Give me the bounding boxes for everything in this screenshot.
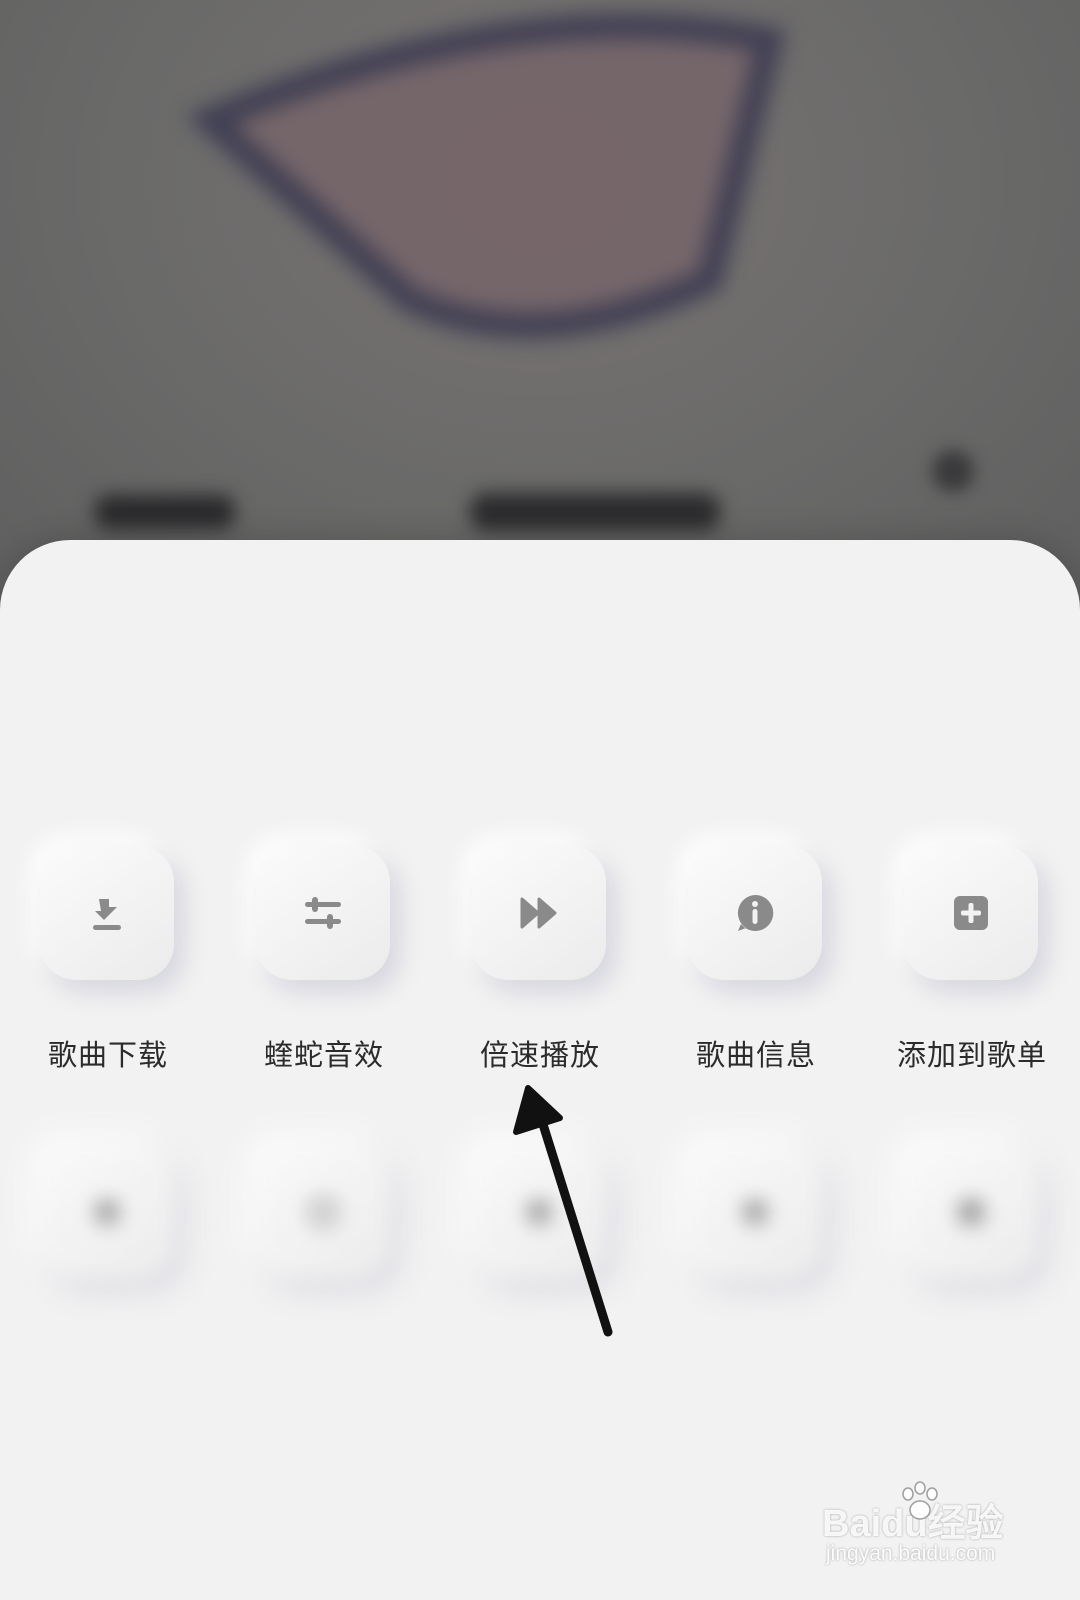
download-icon (93, 899, 121, 930)
equalizer-icon (305, 897, 341, 929)
sound-effects-button[interactable]: 蝰蛇音效 (216, 846, 432, 1106)
blurred-control-right (932, 450, 974, 492)
secondary-action-5[interactable] (864, 1145, 1080, 1405)
add-to-playlist-label: 添加到歌单 (896, 1038, 1047, 1072)
song-info-tile[interactable] (688, 846, 822, 980)
annotation-arrow (513, 1085, 613, 1337)
watermark-url: jingyan.baidu.com (826, 1542, 996, 1565)
baidu-jingyan-watermark: Baidu经验 jingyan.baidu.com (822, 1480, 1062, 1580)
blurred-control-center (470, 493, 720, 531)
secondary-tile-1[interactable] (40, 1145, 174, 1279)
blurred-control-left (95, 495, 235, 529)
sound-effects-tile[interactable] (256, 846, 390, 980)
primary-actions-row: 歌曲下载 蝰蛇音效 倍速播放 歌曲信息 添加到歌单 (0, 846, 1080, 1106)
add-to-playlist-tile[interactable] (904, 846, 1038, 980)
download-tile[interactable] (40, 846, 174, 980)
secondary-action-4[interactable] (648, 1145, 864, 1405)
download-label: 歌曲下载 (47, 1038, 168, 1072)
playback-speed-button[interactable]: 倍速播放 (432, 846, 648, 1106)
song-info-label: 歌曲信息 (695, 1038, 816, 1072)
add-to-playlist-icon (954, 896, 988, 930)
secondary-tile-2[interactable] (256, 1145, 390, 1279)
sound-effects-label: 蝰蛇音效 (263, 1038, 384, 1072)
fast-forward-icon (520, 897, 557, 929)
blurred-player-background (0, 0, 1080, 600)
info-icon (737, 894, 774, 931)
menu-icon-5 (959, 1200, 983, 1224)
menu-icon-2 (308, 1197, 338, 1227)
menu-icon-1 (95, 1200, 119, 1224)
secondary-tile-5[interactable] (904, 1145, 1038, 1279)
song-info-button[interactable]: 歌曲信息 (648, 846, 864, 1106)
playback-speed-tile[interactable] (472, 846, 606, 980)
secondary-action-1[interactable] (0, 1145, 216, 1405)
secondary-tile-4[interactable] (688, 1145, 822, 1279)
playback-speed-label: 倍速播放 (479, 1038, 600, 1072)
add-to-playlist-button[interactable]: 添加到歌单 (864, 846, 1080, 1106)
download-button[interactable]: 歌曲下载 (0, 846, 216, 1106)
secondary-action-2[interactable] (216, 1145, 432, 1405)
menu-icon-4 (743, 1200, 767, 1224)
paw-logo-icon (902, 1481, 938, 1520)
